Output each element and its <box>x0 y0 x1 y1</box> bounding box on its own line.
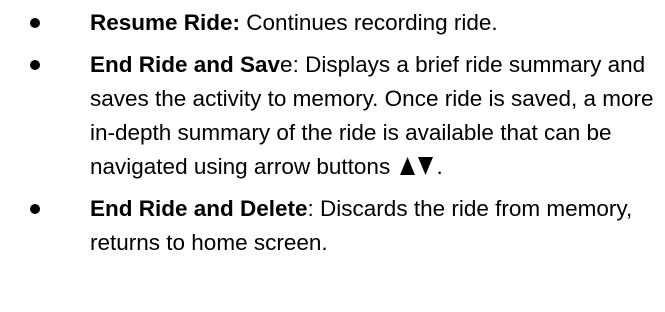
arrow-down-icon <box>418 157 434 175</box>
bullet-list: Resume Ride: Continues recording ride. E… <box>0 0 665 260</box>
bullet-icon <box>30 60 40 70</box>
list-item-end-ride-delete: End Ride and Delete: Discards the ride f… <box>0 192 665 260</box>
list-item-end-ride-save: End Ride and Save: Displays a brief ride… <box>0 48 665 184</box>
arrow-buttons <box>400 150 436 184</box>
item-term: End Ride and Sav <box>90 52 281 77</box>
list-item-resume-ride: Resume Ride: Continues recording ride. <box>0 0 665 40</box>
item-term-tail: e <box>280 52 293 77</box>
item-description: Continues recording ride. <box>240 10 498 35</box>
document-page: Resume Ride: Continues recording ride. E… <box>0 0 665 312</box>
item-end-period: . <box>436 154 443 179</box>
bullet-icon <box>30 18 40 28</box>
item-term: Resume Ride: <box>90 10 241 35</box>
bullet-icon <box>30 204 40 214</box>
item-term: End Ride and Delete <box>90 196 308 221</box>
arrow-up-icon <box>400 157 416 175</box>
